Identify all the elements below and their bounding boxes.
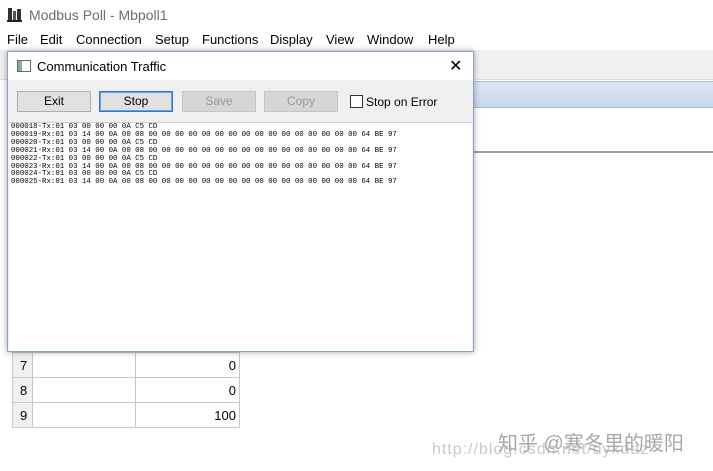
child-window-titlebar[interactable]: [470, 81, 713, 108]
row-number: 9: [12, 402, 33, 428]
stop-on-error-label[interactable]: Stop on Error: [366, 95, 437, 109]
table-row[interactable]: 7 0: [12, 352, 240, 378]
value-cell[interactable]: 100: [135, 402, 240, 428]
stop-button[interactable]: Stop: [99, 91, 173, 112]
table-row[interactable]: 9 100: [12, 402, 240, 428]
close-icon[interactable]: ✕: [449, 56, 462, 76]
menu-window[interactable]: Window: [367, 32, 413, 47]
register-table: 7 0 8 0 9 100: [12, 352, 240, 428]
row-number: 8: [12, 377, 33, 403]
value-cell[interactable]: 0: [135, 352, 240, 378]
copy-button[interactable]: Copy: [264, 91, 338, 112]
save-button[interactable]: Save: [182, 91, 256, 112]
exit-button[interactable]: Exit: [17, 91, 91, 112]
child-window-divider: [470, 151, 713, 153]
communication-traffic-dialog: Communication Traffic ✕ Exit Stop Save C…: [7, 51, 474, 352]
window-icon: [17, 60, 31, 72]
menu-functions[interactable]: Functions: [202, 32, 258, 47]
menu-display[interactable]: Display: [270, 32, 313, 47]
dialog-title: Communication Traffic: [37, 59, 167, 74]
app-titlebar: Modbus Poll - Mbpoll1: [0, 0, 713, 30]
alias-cell[interactable]: [32, 377, 136, 403]
stop-on-error-checkbox[interactable]: [350, 95, 363, 108]
dialog-titlebar[interactable]: Communication Traffic ✕: [8, 52, 473, 80]
menu-help[interactable]: Help: [428, 32, 455, 47]
menu-setup[interactable]: Setup: [155, 32, 189, 47]
traffic-log[interactable]: 000018-Tx:01 03 00 00 00 0A C5 CD 000019…: [9, 122, 472, 351]
traffic-line: 000025-Rx:01 03 14 00 0A 00 08 00 00 00 …: [11, 178, 397, 187]
app-title: Modbus Poll - Mbpoll1: [29, 7, 168, 23]
value-cell[interactable]: 0: [135, 377, 240, 403]
table-row[interactable]: 8 0: [12, 377, 240, 403]
alias-cell[interactable]: [32, 402, 136, 428]
alias-cell[interactable]: [32, 352, 136, 378]
modbus-poll-app-icon: [7, 8, 22, 22]
menu-edit[interactable]: Edit: [40, 32, 62, 47]
menu-bar: File Edit Connection Setup Functions Dis…: [0, 30, 713, 50]
watermark-text: 知乎 @寒冬里的暖阳: [498, 433, 684, 455]
row-number: 7: [12, 352, 33, 378]
menu-file[interactable]: File: [7, 32, 28, 47]
menu-view[interactable]: View: [326, 32, 354, 47]
menu-connection[interactable]: Connection: [76, 32, 142, 47]
